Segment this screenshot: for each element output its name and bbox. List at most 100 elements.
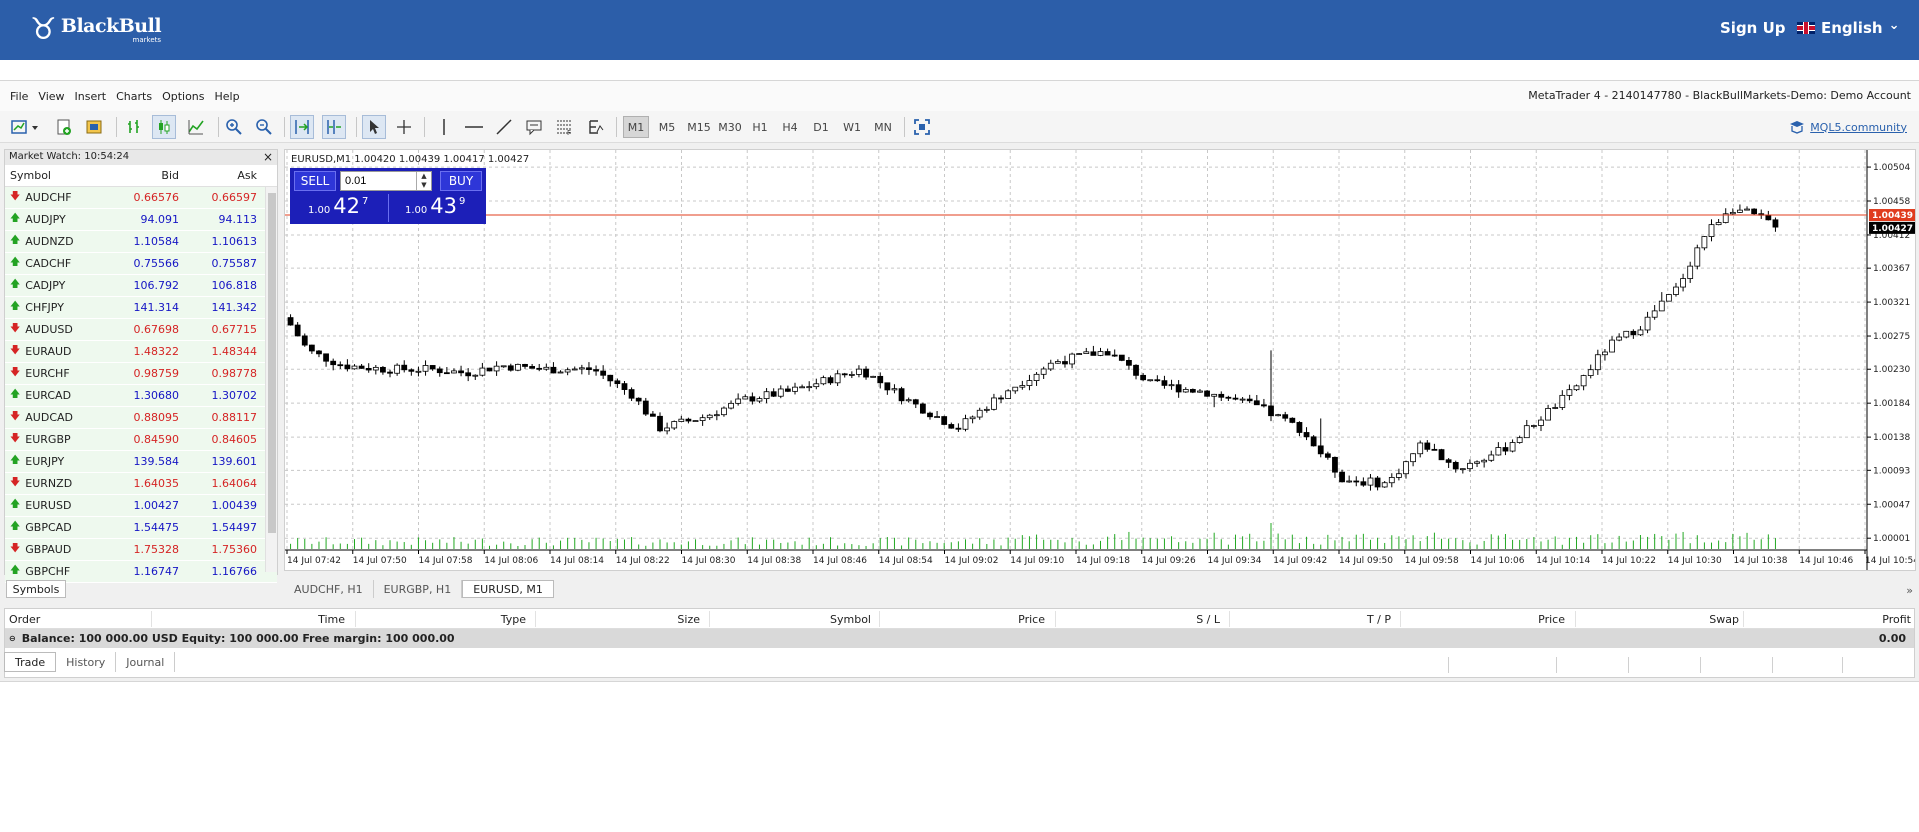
market-watch-row[interactable]: 🡇 EURAUD 1.48322 1.48344 [5,341,277,363]
scrollbar-thumb[interactable] [268,193,276,533]
buy-quote-prefix: 1.00 [405,205,428,216]
timeframe-m1[interactable]: M1 [623,116,649,138]
bear-candle [642,400,649,415]
timeframe-m15[interactable]: M15 [684,116,714,138]
orders-column-header[interactable]: Size [677,613,700,626]
market-watch-scrollbar[interactable] [265,187,277,572]
auto-scroll-button[interactable] [290,115,314,139]
orders-column-header[interactable]: Order [9,613,40,626]
orders-column-header[interactable]: Symbol [830,613,871,626]
timeframe-m30[interactable]: M30 [715,116,745,138]
signup-link[interactable]: Sign Up [1720,19,1786,37]
bull-candle [1559,394,1566,408]
terminal-tab-journal[interactable]: Journal [116,652,176,672]
orders-column-header[interactable]: Swap [1709,613,1739,626]
vertical-line-button[interactable] [432,115,456,139]
profiles-button[interactable] [52,115,76,139]
market-watch-row[interactable]: 🡅 AUDNZD 1.10584 1.10613 [5,231,277,253]
market-watch-row[interactable]: 🡅 CHFJPY 141.314 141.342 [5,297,277,319]
bar-chart-button[interactable] [122,115,146,139]
indicators-button[interactable] [584,115,608,139]
menu-view[interactable]: View [33,90,69,103]
chart-tab[interactable]: EURUSD, M1 [462,580,554,598]
symbol-name: CADJPY [25,279,66,292]
timeframe-mn[interactable]: MN [869,116,897,138]
bear-candle [1062,361,1068,365]
terminal-tab-trade[interactable]: Trade [4,652,57,672]
orders-column-header[interactable]: Type [501,613,526,626]
menu-options[interactable]: Options [157,90,209,103]
terminal-tab-history[interactable]: History [56,652,117,672]
menu-insert[interactable]: Insert [70,90,112,103]
market-watch-row[interactable]: 🡇 EURNZD 1.64035 1.64064 [5,473,277,495]
menu-charts[interactable]: Charts [111,90,157,103]
market-watch-row[interactable]: 🡇 EURCHF 0.98759 0.98778 [5,363,277,385]
orders-column-header[interactable]: S / L [1196,613,1220,626]
market-watch-row[interactable]: 🡇 EURGBP 0.84590 0.84605 [5,429,277,451]
timeframe-h4[interactable]: H4 [777,116,803,138]
language-selector[interactable]: English ⌄ [1797,18,1899,37]
buy-button[interactable]: BUY [440,171,482,191]
fullscreen-button[interactable] [910,115,934,139]
market-watch-row[interactable]: 🡅 EURUSD 1.00427 1.00439 [5,495,277,517]
price-chart[interactable]: 1.005041.004581.004121.003671.003211.002… [285,150,1915,570]
market-watch-row[interactable]: 🡅 GBPCAD 1.54475 1.54497 [5,517,277,539]
orders-column-header[interactable]: T / P [1367,613,1391,626]
col-symbol-header[interactable]: Symbol [5,169,105,182]
arrow-up-icon: 🡅 [10,301,21,312]
toolbar-separator [616,117,617,137]
lot-stepper[interactable]: ▲ ▼ [416,172,431,190]
chart-window[interactable]: 1.00504 1.00458 1.00412 1.00367 1.00321 1.002… [284,149,1916,571]
timeframe-m5[interactable]: M5 [654,116,680,138]
horizontal-line-button[interactable] [462,115,486,139]
bear-candle [337,364,344,367]
timeframe-d1[interactable]: D1 [808,116,834,138]
mql5-community-link[interactable]: MQL5.community [1789,120,1907,134]
line-chart-button[interactable] [184,115,208,139]
trendline-button[interactable] [492,115,516,139]
chart-tab[interactable]: EURGBP, H1 [374,580,463,598]
chart-tab[interactable]: AUDCHF, H1 [284,580,374,598]
orders-column-header[interactable]: Price [1538,613,1565,626]
market-watch-row[interactable]: 🡇 AUDUSD 0.67698 0.67715 [5,319,277,341]
market-watch-row[interactable]: 🡇 AUDCHF 0.66576 0.66597 [5,187,277,209]
menu-file[interactable]: File [0,90,33,103]
zoom-out-button[interactable] [252,115,276,139]
market-watch-row[interactable]: 🡅 EURJPY 139.584 139.601 [5,451,277,473]
new-chart-button[interactable] [8,115,42,139]
market-watch-button[interactable] [82,115,106,139]
col-ask-header[interactable]: Ask [183,169,261,182]
sell-button[interactable]: SELL [294,171,336,191]
market-watch-row[interactable]: 🡅 CADCHF 0.75566 0.75587 [5,253,277,275]
ask-price-label: 1.00439 [1872,211,1913,221]
market-watch-row[interactable]: 🡅 EURCAD 1.30680 1.30702 [5,385,277,407]
buy-quote[interactable]: 1.00 43 9 [405,194,465,222]
market-watch-row[interactable]: 🡅 CADJPY 106.792 106.818 [5,275,277,297]
timeframe-w1[interactable]: W1 [839,116,865,138]
market-watch-row[interactable]: 🡅 AUDJPY 94.091 94.113 [5,209,277,231]
market-watch-row[interactable]: 🡇 AUDCAD 0.88095 0.88117 [5,407,277,429]
orders-column-header[interactable]: Profit [1882,613,1911,626]
market-watch-row[interactable]: 🡇 GBPAUD 1.75328 1.75360 [5,539,277,561]
brand-logo[interactable]: ♉ BlackBull markets [30,8,162,52]
sell-quote[interactable]: 1.00 42 7 [308,194,368,222]
chart-shift-button[interactable] [322,115,346,139]
cursor-tool-button[interactable] [362,115,386,139]
crosshair-tool-button[interactable] [392,115,416,139]
col-bid-header[interactable]: Bid [105,169,183,182]
bull-candle [515,363,521,371]
text-label-button[interactable] [522,115,546,139]
zoom-in-button[interactable] [222,115,246,139]
arrow-up-icon: 🡅 [10,279,21,290]
orders-column-header[interactable]: Time [318,613,345,626]
balance-row[interactable]: ⊖ Balance: 100 000.00 USD Equity: 100 00… [5,629,1914,648]
menu-help[interactable]: Help [210,90,245,103]
close-icon[interactable]: × [263,150,273,164]
orders-column-header[interactable]: Price [1018,613,1045,626]
fibonacci-button[interactable]: F [552,115,576,139]
tab-symbols[interactable]: Symbols [6,580,66,598]
timeframe-h1[interactable]: H1 [747,116,773,138]
bull-candle [1069,353,1075,365]
candlestick-chart-button[interactable] [152,115,176,139]
tabs-more-icon[interactable]: » [1906,584,1913,597]
